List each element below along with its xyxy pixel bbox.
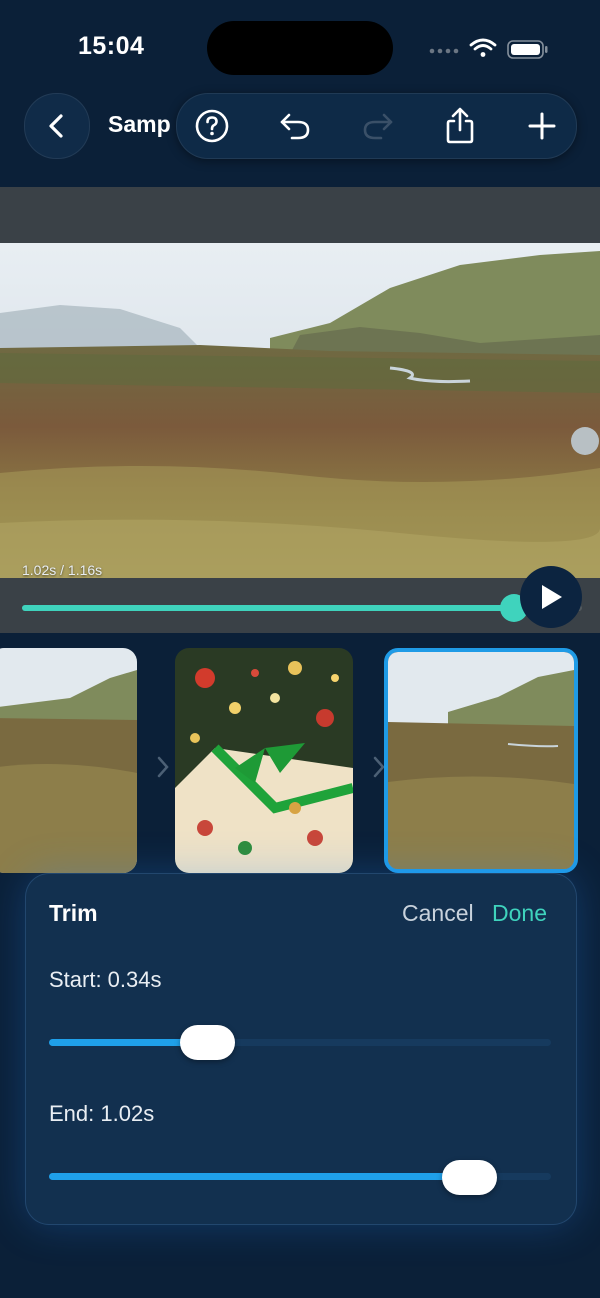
redo-icon xyxy=(363,113,393,140)
share-button[interactable] xyxy=(441,107,479,145)
add-button[interactable] xyxy=(523,107,561,145)
preview-image xyxy=(0,243,600,578)
end-slider-fill xyxy=(49,1173,470,1180)
end-label: End: 1.02s xyxy=(49,1101,155,1126)
start-slider-thumb[interactable] xyxy=(180,1025,236,1060)
share-icon xyxy=(446,107,474,144)
wifi-icon xyxy=(469,38,497,57)
help-icon xyxy=(195,109,229,143)
playback-time-label: 1.02s / 1.16s xyxy=(22,562,103,578)
battery-icon xyxy=(507,40,548,59)
undo-button[interactable] xyxy=(276,107,314,145)
playback-scrubber-fill xyxy=(22,605,515,611)
status-icons xyxy=(428,36,550,62)
dynamic-island xyxy=(207,21,393,75)
status-time: 15:04 xyxy=(78,32,145,60)
timeline-clip[interactable] xyxy=(175,648,353,873)
trim-title: Trim xyxy=(49,900,98,926)
cellular-signal-icon xyxy=(429,48,459,54)
timeline-clip-selected[interactable] xyxy=(384,648,578,873)
cancel-button[interactable]: Cancel xyxy=(402,900,474,927)
editor-toolbar xyxy=(176,93,577,159)
done-button[interactable]: Done xyxy=(492,900,547,927)
chevron-left-icon xyxy=(49,114,63,138)
plus-icon xyxy=(528,112,556,140)
end-slider-thumb[interactable] xyxy=(442,1160,498,1195)
start-label: Start: 0.34s xyxy=(49,967,162,992)
timeline-clip[interactable] xyxy=(0,648,137,873)
undo-icon xyxy=(280,113,310,140)
redo-button[interactable] xyxy=(359,107,397,145)
play-icon xyxy=(542,585,562,609)
back-button[interactable] xyxy=(24,93,90,159)
transition-chevron-icon xyxy=(156,755,170,784)
help-button[interactable] xyxy=(193,107,231,145)
project-title: Samp xyxy=(108,111,171,137)
play-button[interactable] xyxy=(520,566,582,628)
